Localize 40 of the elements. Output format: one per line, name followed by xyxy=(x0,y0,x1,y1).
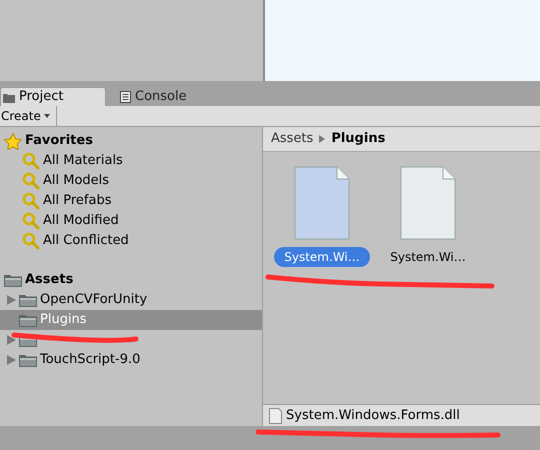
folder-icon xyxy=(3,92,15,102)
expand-arrow-icon[interactable] xyxy=(7,295,16,305)
tree-label[interactable]: All Conflicted xyxy=(43,231,129,251)
folder-label: Plugins xyxy=(40,311,87,330)
file-icon xyxy=(269,408,282,424)
search-icon xyxy=(22,232,40,250)
tree-label[interactable]: Favorites xyxy=(25,131,93,151)
expand-arrow-icon[interactable] xyxy=(7,355,16,365)
document-icon xyxy=(120,91,131,103)
folder-icon xyxy=(19,293,37,307)
tree-label[interactable]: All Models xyxy=(43,171,110,191)
search-icon xyxy=(22,192,40,210)
file-name[interactable]: System.Wi… xyxy=(274,247,370,267)
search-icon xyxy=(22,212,40,230)
tree-row[interactable]: TouchScript-9.0 xyxy=(0,350,262,370)
breadcrumb-item[interactable]: Plugins xyxy=(331,129,386,149)
tree-label[interactable]: All Materials xyxy=(43,151,123,171)
tree-label[interactable]: All Modified xyxy=(43,211,119,231)
star-icon xyxy=(4,132,22,150)
search-icon xyxy=(22,172,40,190)
separator-arrow-icon xyxy=(319,135,326,143)
tree-label[interactable]: All Prefabs xyxy=(43,191,112,211)
file-name[interactable]: System.Wi… xyxy=(380,247,476,267)
folder-icon xyxy=(19,313,37,327)
search-icon xyxy=(22,152,40,170)
selected-file-path: System.Windows.Forms.dll xyxy=(286,406,460,425)
create-dropdown[interactable]: Create xyxy=(0,106,57,126)
file-icon[interactable] xyxy=(400,166,456,240)
expand-arrow-icon[interactable] xyxy=(7,335,16,345)
folder-icon xyxy=(4,273,22,287)
folder-icon xyxy=(19,353,37,367)
tree-label[interactable]: Assets xyxy=(25,270,74,290)
panel-tab[interactable]: Project xyxy=(0,87,106,106)
tree-row[interactable]: OpenCVForUnity xyxy=(0,290,262,310)
panel-tab[interactable]: Console xyxy=(106,88,216,106)
caret-icon xyxy=(44,114,50,118)
folder-label: OpenCVForUnity xyxy=(40,291,148,310)
file-icon[interactable] xyxy=(294,166,350,240)
folder-label: TouchScript-9.0 xyxy=(40,351,140,370)
breadcrumb-item[interactable]: Assets xyxy=(271,129,314,149)
